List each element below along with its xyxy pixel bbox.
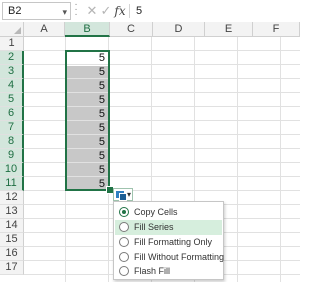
select-all-icon	[14, 27, 21, 34]
menu-item-label: Fill Without Formatting	[134, 252, 225, 262]
row-header-9[interactable]: 9	[0, 149, 24, 163]
name-box[interactable]: B2 ▾	[2, 2, 71, 20]
row-header-3[interactable]: 3	[0, 65, 24, 79]
row-header-1[interactable]: 1	[0, 37, 24, 51]
menu-item-copy-cells[interactable]: Copy Cells	[115, 205, 222, 220]
paste-options-icon-overlay	[119, 193, 127, 201]
radio-icon[interactable]	[119, 252, 129, 262]
radio-icon[interactable]	[119, 222, 129, 232]
menu-item-label: Fill Formatting Only	[134, 237, 213, 247]
row-header-14[interactable]: 14	[0, 219, 24, 233]
row-header-15[interactable]: 15	[0, 233, 24, 247]
column-header-c[interactable]: C	[110, 22, 153, 37]
menu-item-label: Copy Cells	[134, 207, 178, 217]
formula-input[interactable]: 5	[136, 3, 142, 19]
row-header-10[interactable]: 10	[0, 163, 24, 177]
insert-function-button[interactable]: fx	[113, 3, 127, 19]
enter-icon[interactable]: ✓	[100, 3, 112, 19]
more-options-icon: · · ·	[74, 0, 78, 20]
column-header-b[interactable]: B	[65, 22, 110, 37]
menu-item-fill-without-formatting[interactable]: Fill Without Formatting	[115, 250, 225, 265]
menu-item-label: Flash Fill	[134, 266, 171, 276]
selection-range	[65, 50, 110, 191]
row-header-8[interactable]: 8	[0, 135, 24, 149]
row-header-11[interactable]: 11	[0, 177, 24, 191]
radio-icon[interactable]	[119, 266, 129, 276]
radio-icon[interactable]	[119, 237, 129, 247]
menu-item-label: Fill Series	[134, 222, 174, 232]
auto-fill-options-button[interactable]: ▾	[113, 188, 133, 201]
row-header-4[interactable]: 4	[0, 79, 24, 93]
row-header-16[interactable]: 16	[0, 247, 24, 261]
column-header-f[interactable]: F	[253, 22, 300, 37]
column-header-a[interactable]: A	[24, 22, 65, 37]
chevron-down-icon[interactable]: ▾	[62, 4, 67, 20]
formula-bar: B2 ▾ · · · ✕ ✓ fx 5	[0, 0, 300, 23]
radio-selected-icon[interactable]	[119, 207, 129, 217]
row-header-17[interactable]: 17	[0, 261, 24, 275]
row-header-6[interactable]: 6	[0, 107, 24, 121]
menu-item-fill-formatting-only[interactable]: Fill Formatting Only	[115, 235, 222, 250]
row-header-12[interactable]: 12	[0, 191, 24, 205]
cancel-icon[interactable]: ✕	[86, 3, 98, 19]
column-header-d[interactable]: D	[153, 22, 205, 37]
menu-item-fill-series[interactable]: Fill Series	[115, 220, 222, 235]
row-header-2[interactable]: 2	[0, 51, 24, 65]
menu-item-flash-fill[interactable]: Flash Fill	[115, 264, 222, 279]
column-header-e[interactable]: E	[205, 22, 253, 37]
select-all-button[interactable]	[0, 22, 24, 37]
name-box-value: B2	[8, 5, 22, 17]
auto-fill-options-menu: Copy Cells Fill Series Fill Formatting O…	[113, 201, 224, 280]
chevron-down-icon: ▾	[126, 190, 131, 199]
row-header-7[interactable]: 7	[0, 121, 24, 135]
row-header-13[interactable]: 13	[0, 205, 24, 219]
formula-separator	[129, 4, 130, 18]
row-header-5[interactable]: 5	[0, 93, 24, 107]
